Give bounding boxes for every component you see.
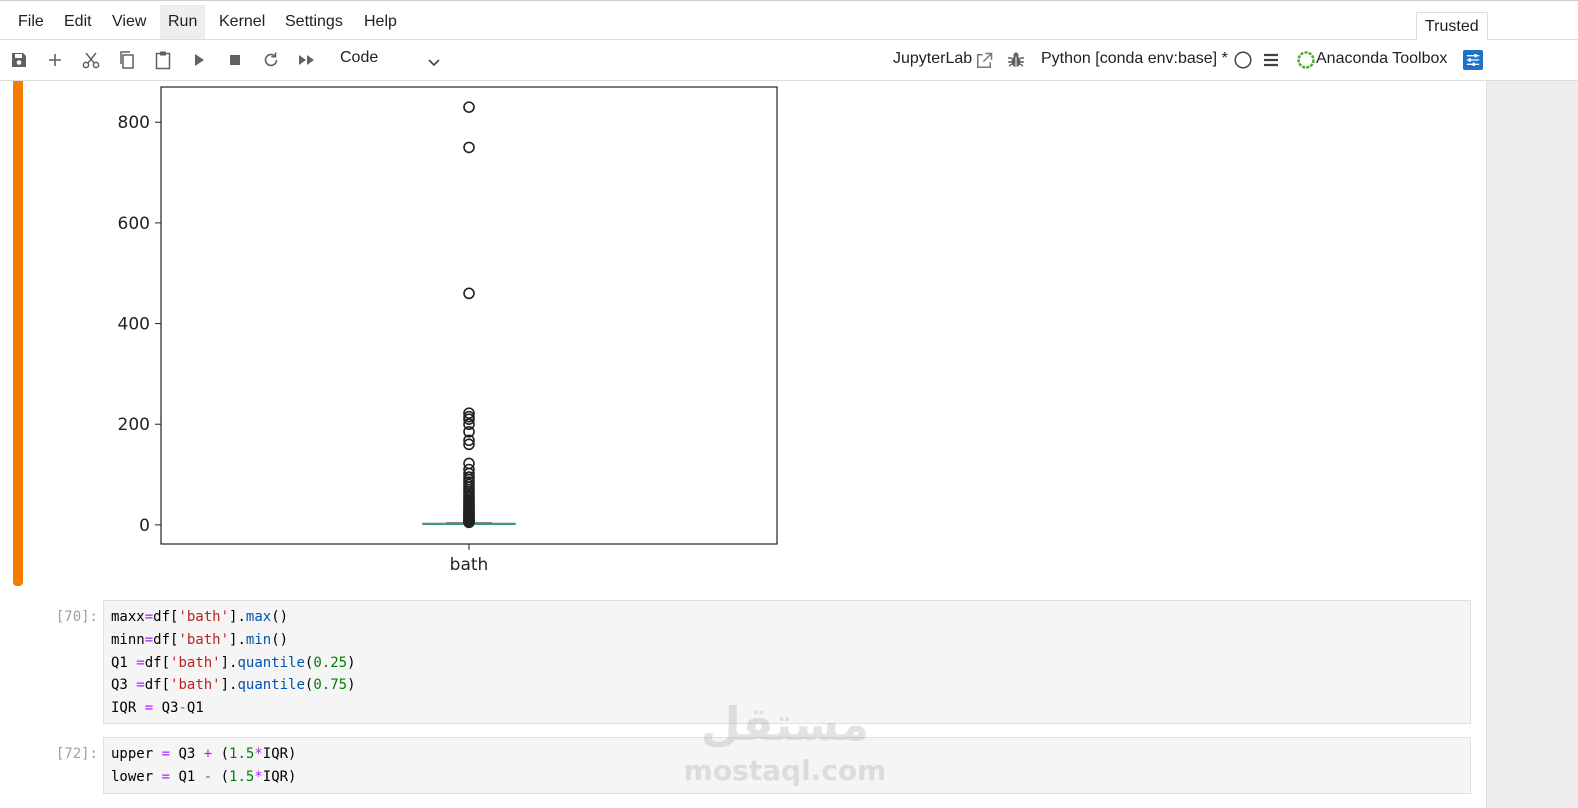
code-token: ( xyxy=(212,768,230,785)
mostaql-watermark: مستقل mostaql.com xyxy=(684,697,887,787)
menu-view[interactable]: View xyxy=(104,5,154,39)
code-token: Q1 xyxy=(186,700,204,716)
code-token: ]. xyxy=(229,631,246,648)
code-token: = xyxy=(161,746,171,762)
restart-icon[interactable] xyxy=(261,50,281,70)
menu-file[interactable]: File xyxy=(10,5,52,39)
code-token: df[ xyxy=(144,677,171,694)
code-token: = xyxy=(144,631,154,648)
code-token: IQR xyxy=(111,700,145,716)
code-token: upper xyxy=(111,746,162,762)
code-token: Q3 xyxy=(111,677,137,694)
code-token: 1.5 xyxy=(229,768,255,785)
code-token: ]. xyxy=(229,609,246,625)
cell-prompt: [72]: xyxy=(55,746,98,762)
code-token: ) xyxy=(347,654,356,671)
code-token: 0.25 xyxy=(313,654,348,671)
anaconda-ring-icon xyxy=(1296,50,1316,70)
code-token: 'bath' xyxy=(178,609,230,625)
add-icon[interactable] xyxy=(45,50,65,70)
cell-type-select[interactable]: Code xyxy=(340,49,378,67)
code-token: lower xyxy=(111,768,162,785)
code-token: 0.75 xyxy=(313,677,348,694)
code-token: ) xyxy=(347,677,356,694)
trusted-indicator[interactable]: Trusted xyxy=(1416,12,1488,42)
kernel-idle-circle-icon xyxy=(1233,50,1253,70)
code-token: 'bath' xyxy=(170,677,221,694)
scissors-icon[interactable] xyxy=(81,50,101,70)
code-token: = xyxy=(136,654,145,671)
code-token: = xyxy=(136,677,145,694)
watermark-latin: mostaql.com xyxy=(684,754,887,787)
code-token: quantile xyxy=(237,654,305,671)
y-tick-label: 200 xyxy=(118,415,150,435)
code-line[interactable]: maxx=df['bath'].max() xyxy=(111,606,1463,629)
code-token: IQR) xyxy=(262,768,297,785)
code-token: maxx xyxy=(111,609,145,625)
bug-icon[interactable] xyxy=(1006,50,1026,70)
plot-frame xyxy=(160,86,778,545)
code-token: = xyxy=(161,768,171,785)
external-link-icon[interactable] xyxy=(974,51,993,68)
code-token: 1.5 xyxy=(229,746,255,762)
code-token: () xyxy=(271,631,289,648)
notebook-side-panel xyxy=(1486,81,1578,808)
code-token: ]. xyxy=(220,654,238,671)
code-token: df[ xyxy=(153,631,179,648)
code-token: = xyxy=(144,609,154,625)
code-token: df[ xyxy=(144,654,171,671)
y-tick-label: 400 xyxy=(118,315,150,335)
code-token: () xyxy=(271,609,289,625)
run-icon[interactable] xyxy=(189,50,209,70)
code-token: Q1 xyxy=(170,768,204,785)
settings-sliders-icon[interactable] xyxy=(1463,50,1484,71)
menu-kernel[interactable]: Kernel xyxy=(211,5,273,39)
menu-settings[interactable]: Settings xyxy=(277,5,351,39)
active-cell-indicator[interactable] xyxy=(13,81,23,586)
code-token: minn xyxy=(111,631,145,648)
chevron-down-icon[interactable] xyxy=(427,56,441,70)
y-tick-label: 800 xyxy=(118,113,150,133)
boxplot-chart: 0 200 400 600 800 bath xyxy=(118,86,778,575)
code-token: quantile xyxy=(237,677,305,694)
code-token: max xyxy=(245,609,272,625)
code-token: df[ xyxy=(153,609,179,625)
code-token: ( xyxy=(212,746,230,762)
code-line[interactable]: minn=df['bath'].min() xyxy=(111,629,1463,652)
y-tick-label: 600 xyxy=(118,214,150,234)
anaconda-toolbox-button[interactable]: Anaconda Toolbox xyxy=(1316,50,1447,68)
notebook-toolbar: Code JupyterLab Python [conda env:base] … xyxy=(0,40,1578,81)
code-token: ]. xyxy=(220,677,238,694)
stop-icon[interactable] xyxy=(225,50,245,70)
menu-icon[interactable] xyxy=(1261,50,1281,70)
code-token: * xyxy=(254,768,263,785)
menu-bar: File Edit View Run Kernel Settings Help … xyxy=(0,0,1578,42)
fast-forward-icon[interactable] xyxy=(297,50,317,70)
x-tick-label: bath xyxy=(450,555,489,575)
menu-help[interactable]: Help xyxy=(356,5,405,39)
menu-edit[interactable]: Edit xyxy=(56,5,100,39)
code-token: * xyxy=(254,746,263,762)
watermark-arabic: مستقل xyxy=(701,697,869,751)
copy-icon[interactable] xyxy=(117,50,137,70)
code-token: Q3 xyxy=(170,746,204,762)
save-icon[interactable] xyxy=(9,50,29,70)
code-line[interactable]: Q1 =df['bath'].quantile(0.25) xyxy=(111,652,1463,675)
cell-prompt: [70]: xyxy=(55,609,98,625)
code-token: IQR) xyxy=(262,746,297,762)
code-token: 'bath' xyxy=(170,654,221,671)
menu-run[interactable]: Run xyxy=(160,5,206,39)
code-token: - xyxy=(203,768,213,785)
kernel-name[interactable]: Python [conda env:base] * xyxy=(1041,50,1228,68)
code-token: = xyxy=(144,700,154,716)
code-token: min xyxy=(245,631,272,648)
code-token: 'bath' xyxy=(178,631,230,648)
jupyterlab-link[interactable]: JupyterLab xyxy=(893,50,972,68)
code-token: - xyxy=(178,700,187,716)
paste-icon[interactable] xyxy=(153,50,173,70)
y-tick-label: 0 xyxy=(139,516,150,536)
code-token: + xyxy=(203,746,213,762)
code-token: Q1 xyxy=(111,654,137,671)
code-token: Q3 xyxy=(153,700,179,716)
